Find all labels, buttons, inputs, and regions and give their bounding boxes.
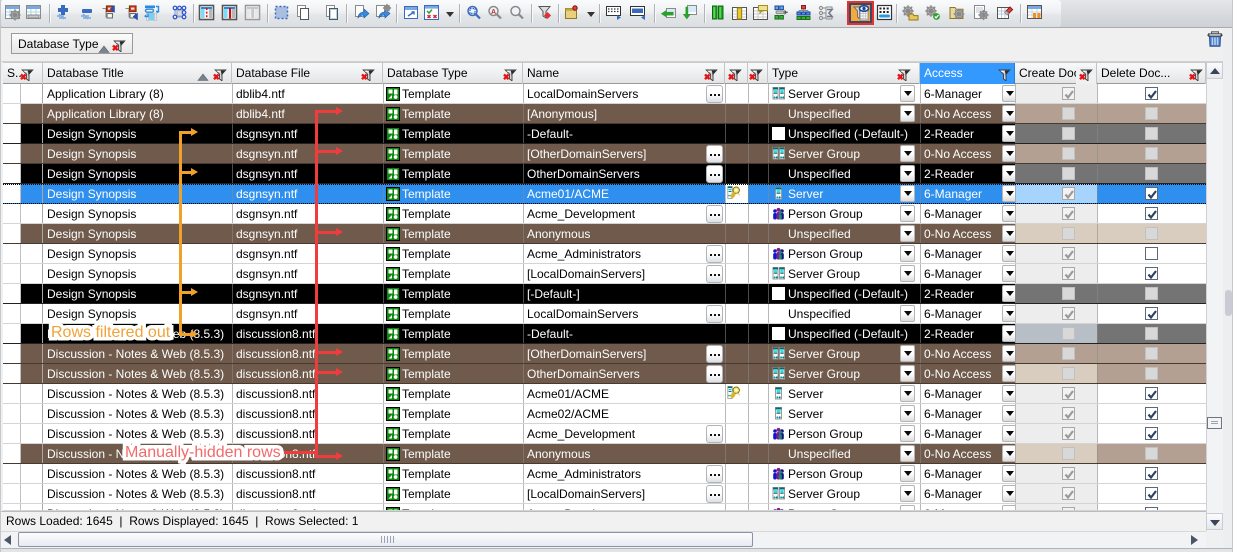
svg-text:A: A (491, 9, 496, 16)
